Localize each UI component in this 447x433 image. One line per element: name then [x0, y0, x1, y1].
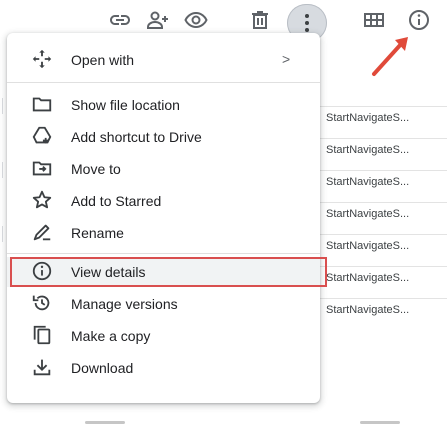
file-row-name[interactable]: StartNavigateS... — [326, 176, 409, 188]
menu-item-open-with[interactable]: Open with > — [7, 45, 320, 75]
row-divider — [318, 298, 447, 299]
list-edge — [2, 98, 3, 114]
row-divider — [318, 234, 447, 235]
link-icon[interactable] — [108, 8, 132, 32]
list-edge — [2, 226, 3, 242]
star-icon — [31, 189, 55, 213]
menu-divider — [7, 253, 320, 254]
row-divider — [318, 266, 447, 267]
open-with-icon — [31, 48, 55, 72]
file-row-name[interactable]: StartNavigateS... — [326, 240, 409, 252]
menu-item-label: Open with — [71, 52, 135, 68]
menu-item-label: Show file location — [71, 97, 180, 113]
rename-icon — [31, 221, 55, 245]
file-row-name[interactable]: StartNavigateS... — [326, 272, 409, 284]
file-row-name[interactable]: StartNavigateS... — [326, 208, 409, 220]
menu-item-rename[interactable]: Rename — [7, 218, 320, 248]
row-divider — [318, 170, 447, 171]
list-edge — [2, 162, 3, 178]
menu-divider — [7, 82, 320, 83]
move-to-icon — [31, 157, 55, 181]
highlight-annotation — [10, 257, 327, 287]
menu-item-label: Add to Starred — [71, 193, 162, 209]
info-icon[interactable] — [407, 8, 431, 32]
file-row-name[interactable]: StartNavigateS... — [326, 144, 409, 156]
chevron-right-icon: > — [282, 51, 291, 67]
history-icon — [31, 292, 55, 316]
menu-item-label: Download — [71, 360, 134, 376]
eye-icon[interactable] — [184, 8, 208, 32]
file-row-name[interactable]: StartNavigateS... — [326, 112, 409, 124]
menu-item-label: Add shortcut to Drive — [71, 129, 202, 145]
download-icon — [31, 356, 55, 380]
menu-item-label: Move to — [71, 161, 121, 177]
menu-item-label: Rename — [71, 225, 124, 241]
menu-item-label: Make a copy — [71, 328, 151, 344]
bottom-row-fragment — [85, 421, 125, 424]
bottom-row-fragment — [360, 421, 400, 424]
menu-item-move-to[interactable]: Move to — [7, 154, 320, 184]
more-vert-icon — [305, 14, 309, 32]
menu-item-show-file-location[interactable]: Show file location — [7, 90, 320, 120]
context-menu: Open with > Show file location Add short… — [7, 33, 320, 403]
menu-item-download[interactable]: Download — [7, 353, 320, 383]
share-icon[interactable] — [146, 8, 170, 32]
copy-icon — [31, 324, 55, 348]
row-divider — [318, 106, 447, 107]
menu-item-make-a-copy[interactable]: Make a copy — [7, 321, 320, 351]
menu-item-add-to-starred[interactable]: Add to Starred — [7, 186, 320, 216]
file-row-name[interactable]: StartNavigateS... — [326, 304, 409, 316]
add-shortcut-icon — [31, 125, 55, 149]
folder-icon — [31, 93, 55, 117]
drive-screen: StartNavigateS... StartNavigateS... Star… — [0, 0, 447, 433]
row-divider — [318, 138, 447, 139]
menu-item-label: Manage versions — [71, 296, 178, 312]
grid-icon[interactable] — [362, 8, 386, 32]
menu-item-manage-versions[interactable]: Manage versions — [7, 289, 320, 319]
trash-icon[interactable] — [248, 8, 272, 32]
row-divider — [318, 202, 447, 203]
pointer-arrow — [372, 37, 408, 76]
menu-item-add-shortcut[interactable]: Add shortcut to Drive — [7, 122, 320, 152]
